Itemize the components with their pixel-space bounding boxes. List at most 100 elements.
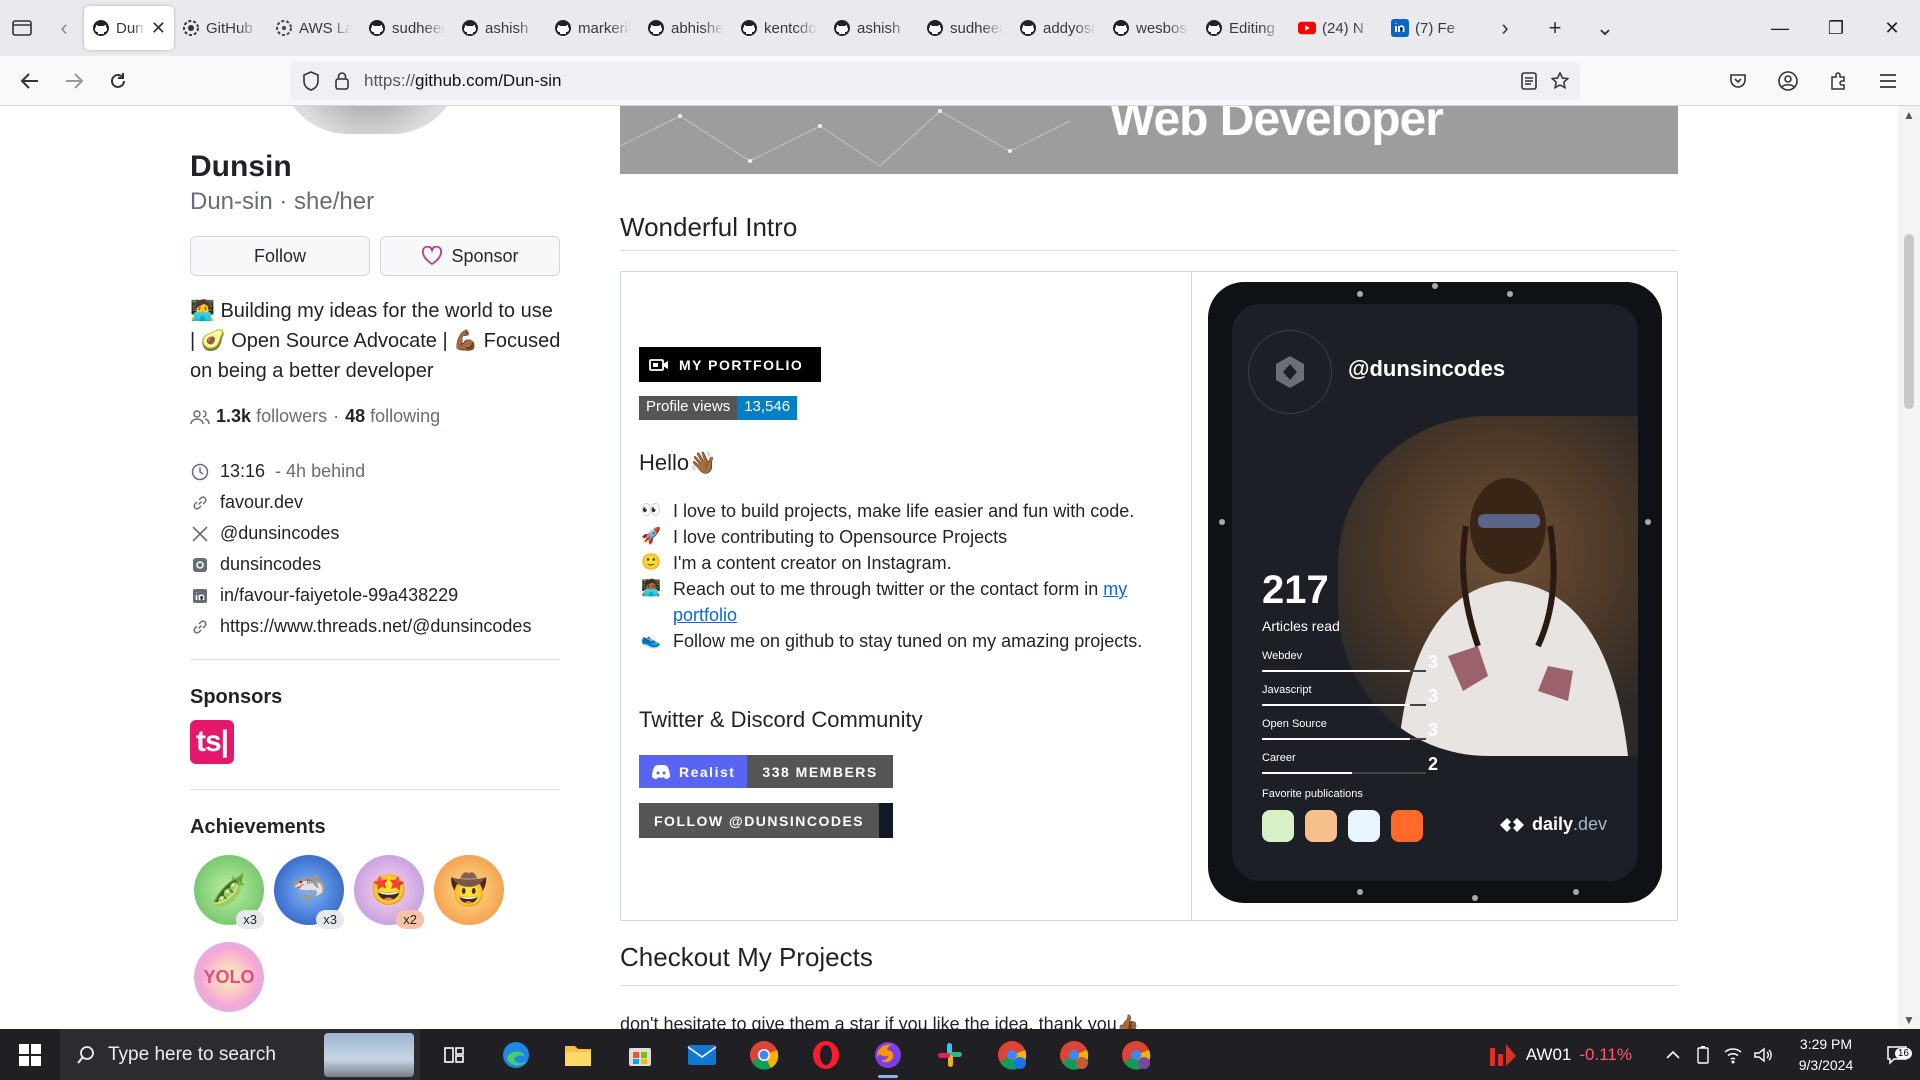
publication-avatar[interactable] [1391,810,1423,842]
browser-tab[interactable]: sudheer [360,6,453,50]
twitter-link[interactable]: @dunsincodes [220,523,339,544]
instagram-item[interactable]: dunsincodes [190,549,531,580]
threads-item[interactable]: https://www.threads.net/@dunsincodes [190,611,531,642]
tab-scroll-right-button[interactable]: › [1480,0,1530,56]
achievement-pull-shark[interactable]: 🦈 x3 [274,855,344,929]
bookmark-star-icon[interactable] [1550,71,1570,91]
followers-line: 1.3k followers · 48 following [190,406,440,427]
restore-button[interactable]: ❐ [1808,0,1864,56]
browser-tab[interactable]: wesbos [1104,6,1197,50]
task-view-icon[interactable] [428,1029,480,1080]
minimize-button[interactable]: — [1752,0,1808,56]
browser-tab[interactable]: markerikson [546,6,639,50]
scroll-up-arrow[interactable]: ▲ [1898,108,1920,122]
stock-widget[interactable]: AW01 -0.11% [1488,1042,1632,1068]
extensions-button[interactable] [1816,59,1860,103]
chevron-down-icon[interactable]: ⌄ [1580,0,1630,56]
followers-link[interactable]: 1.3k followers [216,406,327,427]
browser-tab[interactable]: ashish [453,6,546,50]
microsoft-store-icon[interactable] [614,1029,666,1080]
instagram-link[interactable]: dunsincodes [220,554,321,575]
website-item[interactable]: favour.dev [190,487,531,518]
browser-tab[interactable]: (7) Fe [1383,6,1476,50]
close-window-button[interactable]: ✕ [1864,0,1920,56]
browser-tab[interactable]: kentcdodds [732,6,825,50]
twitter-item[interactable]: @dunsincodes [190,518,531,549]
avatar[interactable] [280,106,460,134]
volume-icon[interactable] [1748,1029,1778,1080]
url-text[interactable]: https://github.com/Dun-sin [364,71,562,91]
new-tab-button[interactable]: + [1530,0,1580,56]
dailydev-card[interactable]: @dunsincodes 217 Articles read Webdev 3 Ja… [1208,282,1662,903]
taskbar-clock[interactable]: 3:29 PM 9/3/2024 [1778,1034,1874,1076]
follow-button[interactable]: Follow [190,236,370,276]
chrome-profile-icon[interactable] [1048,1029,1100,1080]
achievement-count: x2 [396,910,424,929]
browser-tab[interactable]: abhishek [639,6,732,50]
portfolio-icon [649,358,668,371]
reload-button[interactable] [96,59,140,103]
wifi-icon[interactable] [1718,1029,1748,1080]
menu-button[interactable] [1866,59,1910,103]
slack-icon[interactable] [924,1029,976,1080]
following-link[interactable]: 48 following [345,406,440,427]
back-button[interactable] [8,59,52,103]
browser-tab[interactable]: Dun-sin (Dunsin) ✕ [84,6,174,50]
browser-tab[interactable]: (24) N [1290,6,1383,50]
bio-line: on being a better developer [190,360,434,382]
discord-badge[interactable]: Realist 338 MEMBERS [639,755,893,788]
browser-tab[interactable]: GitHub [174,6,267,50]
intro-line: I love to build projects, make life easi… [673,501,1135,521]
tab-scroll-left-button[interactable]: ‹ [44,0,84,56]
publication-avatar[interactable] [1305,810,1337,842]
browser-tab[interactable]: AWS Lambda [267,6,360,50]
browser-tab[interactable]: Editing [1197,6,1290,50]
close-tab-icon[interactable]: ✕ [151,18,166,39]
edge-icon[interactable] [490,1029,542,1080]
local-time: 13:16 [220,461,266,481]
website-link[interactable]: favour.dev [220,492,303,513]
url-bar[interactable]: https://github.com/Dun-sin [290,62,1580,100]
list-all-tabs-button[interactable] [0,0,44,56]
forward-button[interactable] [52,59,96,103]
scrollbar-thumb[interactable] [1904,234,1914,409]
chevron-up-icon[interactable] [1658,1029,1688,1080]
smile-icon: 🙂 [641,554,661,571]
hero-title: Web Developer [1110,106,1444,146]
pocket-button[interactable] [1716,59,1760,103]
linkedin-item[interactable]: in/favour-faiyetole-99a438229 [190,580,531,611]
achievement-starstruck[interactable]: 🤩 x2 [354,855,424,929]
start-button[interactable] [0,1029,60,1080]
page-scrollbar[interactable]: ▲ ▼ [1898,106,1920,1029]
achievement-quickdraw[interactable]: 🤠 [434,855,504,925]
account-button[interactable] [1766,59,1810,103]
publication-avatar[interactable] [1348,810,1380,842]
opera-icon[interactable] [800,1029,852,1080]
chrome-profile-icon[interactable] [1110,1029,1162,1080]
sponsor-button[interactable]: Sponsor [380,236,560,276]
achievement-yolo[interactable]: YOLO [194,942,264,1012]
browser-tab[interactable]: addyosmani [1011,6,1104,50]
linkedin-link[interactable]: in/favour-faiyetole-99a438229 [220,585,458,606]
firefox-icon[interactable] [862,1029,914,1080]
chrome-profile-icon[interactable] [986,1029,1038,1080]
chrome-icon[interactable] [738,1029,790,1080]
battery-icon[interactable] [1688,1029,1718,1080]
publication-avatar[interactable] [1262,810,1294,842]
sponsor-avatar-ts[interactable]: ts| [190,720,234,764]
portfolio-badge[interactable]: MY PORTFOLIO [639,347,821,382]
tag-value: 3 [1427,652,1438,672]
mail-icon[interactable] [676,1029,728,1080]
taskbar-search[interactable]: Type here to search [60,1029,420,1080]
twitter-follow-badge[interactable]: FOLLOW @DUNSINCODES [639,803,893,838]
browser-tab[interactable]: ashish [825,6,918,50]
achievement-pair-extraordinaire[interactable]: 🫛 x3 [194,855,264,929]
notification-center-button[interactable]: 16 [1874,1045,1920,1065]
tag-name: Javascript [1262,684,1312,696]
reader-view-icon[interactable] [1520,71,1538,91]
threads-link[interactable]: https://www.threads.net/@dunsincodes [220,616,531,637]
browser-tab[interactable]: sudheer [918,6,1011,50]
scroll-down-arrow[interactable]: ▼ [1898,1013,1920,1027]
url-host-path: github.com/Dun-sin [415,71,562,90]
file-explorer-icon[interactable] [552,1029,604,1080]
